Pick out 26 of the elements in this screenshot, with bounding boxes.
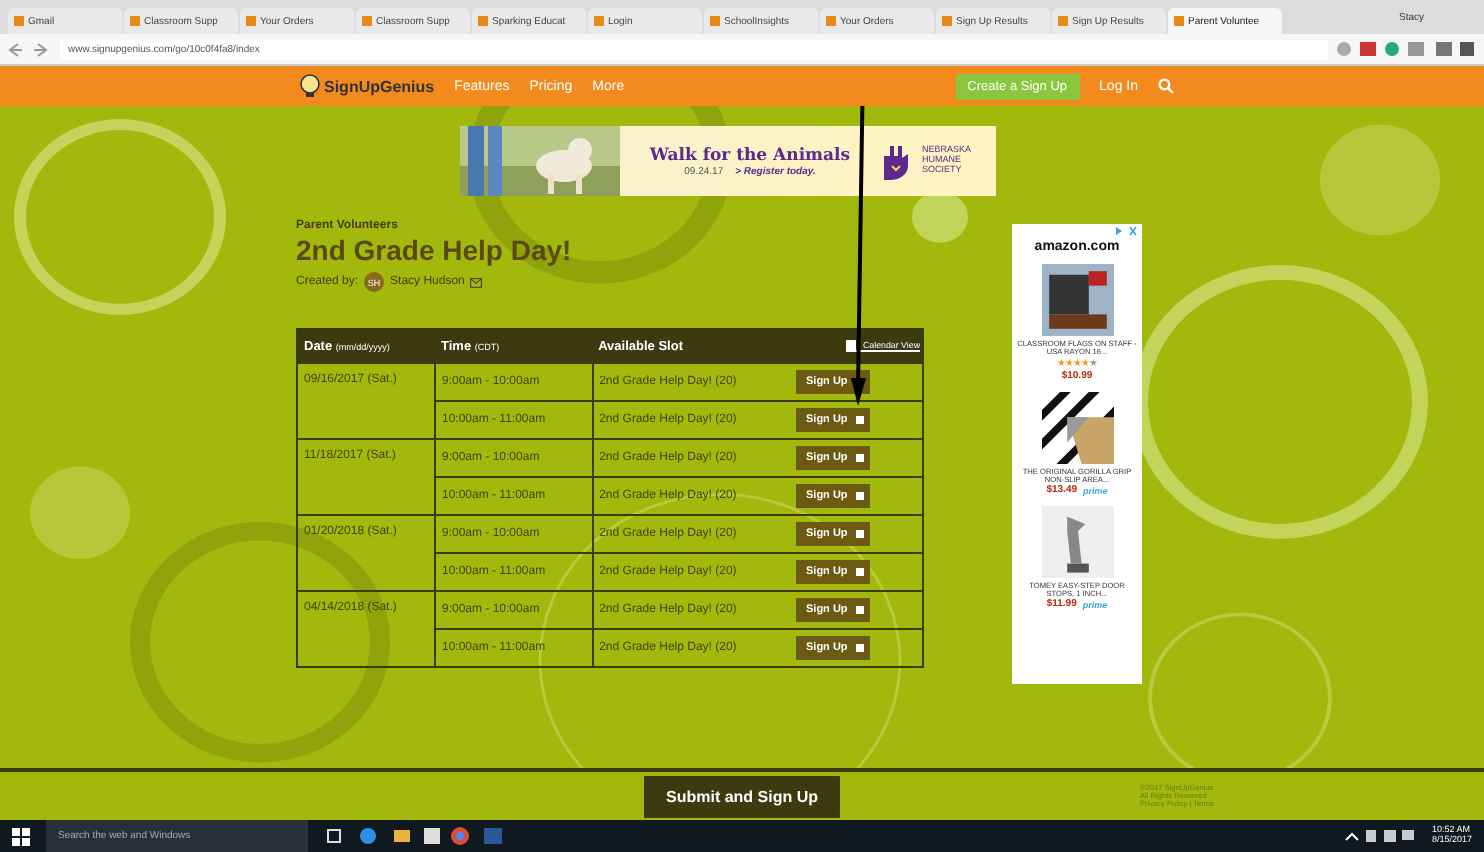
page-icon xyxy=(130,16,140,26)
email-icon[interactable] xyxy=(470,277,483,287)
page-icon xyxy=(710,16,720,26)
page-icon xyxy=(1174,16,1184,26)
page-icon xyxy=(362,16,372,26)
page-icon xyxy=(246,16,256,26)
hand-heart-icon xyxy=(880,143,912,179)
extension-icons[interactable] xyxy=(1336,40,1476,58)
page-icon xyxy=(478,16,488,26)
page-icon xyxy=(594,16,604,26)
system-tray-icons[interactable] xyxy=(1343,828,1416,844)
navigation-arrows-icon[interactable] xyxy=(8,41,52,57)
logo[interactable]: SignUpGenius xyxy=(300,74,435,98)
ad-headline: Walk for the Animals xyxy=(649,145,851,165)
page-icon xyxy=(14,16,24,26)
signup-title: 2nd Grade Help Day! xyxy=(296,234,574,266)
background-circle xyxy=(30,466,130,560)
background-circle xyxy=(1320,124,1440,236)
taskbar-app-icons[interactable] xyxy=(324,826,504,846)
windows-start-icon[interactable] xyxy=(12,827,30,845)
ad-choices-icon[interactable] xyxy=(1114,226,1138,236)
background-circle xyxy=(912,191,968,243)
page-icon xyxy=(1058,16,1068,26)
submit-button[interactable]: Submit and Sign Up xyxy=(644,775,840,817)
page-icon xyxy=(942,16,952,26)
page-icon xyxy=(826,16,836,26)
